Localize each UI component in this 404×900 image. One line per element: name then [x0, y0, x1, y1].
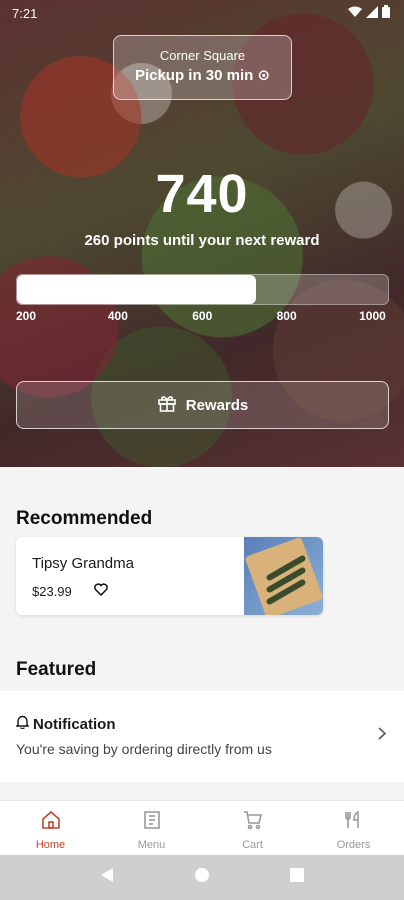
- status-icons: [348, 5, 390, 21]
- chevron-right-icon: [378, 727, 387, 745]
- nav-orders-label: Orders: [336, 839, 371, 851]
- store-selector-button[interactable]: Corner Square Pickup in 30 min ⊙: [113, 35, 292, 100]
- item-image: [244, 537, 323, 615]
- nav-home-label: Home: [35, 839, 66, 851]
- notification-card[interactable]: Notification You're saving by ordering d…: [0, 691, 404, 782]
- progress-tick-label: 400: [107, 309, 128, 323]
- bottom-navigation: Home Menu Cart Orders: [0, 800, 404, 855]
- hero-banner: 7:21 Corner Square Pickup in 30 min ⊙ 74…: [0, 0, 404, 467]
- points-balance: 740: [155, 164, 249, 224]
- cart-icon: [243, 810, 263, 839]
- store-name: Corner Square: [159, 48, 246, 63]
- favorite-heart-icon[interactable]: [94, 583, 108, 601]
- recommended-heading: Recommended: [16, 508, 153, 529]
- progress-ticks: 200 400 600 800 1000: [16, 309, 391, 325]
- rewards-button[interactable]: Rewards: [16, 381, 389, 429]
- notification-title: Notification: [15, 715, 116, 733]
- progress-tick-label: 200: [16, 309, 37, 323]
- pickup-time: Pickup in 30 min ⊙: [134, 67, 271, 84]
- notification-title-text: Notification: [33, 715, 116, 733]
- status-bar: 7:21: [0, 0, 404, 26]
- nav-menu[interactable]: Menu: [101, 801, 202, 855]
- notification-text: You're saving by ordering directly from …: [16, 741, 272, 757]
- signal-icon: [366, 5, 378, 21]
- recommended-item-card[interactable]: Tipsy Grandma $23.99: [16, 537, 323, 615]
- nav-home[interactable]: Home: [0, 801, 101, 855]
- featured-heading: Featured: [16, 659, 97, 680]
- progress-tick-label: 800: [276, 309, 297, 323]
- progress-tick-label: 600: [192, 309, 213, 323]
- home-button-icon[interactable]: [194, 867, 210, 888]
- home-icon: [41, 810, 61, 839]
- rewards-progress-bar: [16, 274, 389, 305]
- wifi-icon: [348, 6, 362, 21]
- menu-icon: [142, 810, 162, 839]
- back-icon[interactable]: [100, 867, 114, 888]
- system-navigation-bar: [0, 855, 404, 900]
- orders-icon: [344, 810, 364, 839]
- item-name: Tipsy Grandma: [32, 555, 134, 572]
- points-message: 260 points until your next reward: [84, 232, 320, 249]
- rewards-progress-fill: [17, 275, 257, 304]
- nav-cart-label: Cart: [242, 839, 263, 851]
- nav-menu-label: Menu: [137, 839, 166, 851]
- recents-icon[interactable]: [290, 868, 304, 887]
- status-time: 7:21: [12, 6, 38, 21]
- gift-icon: [157, 393, 177, 417]
- nav-orders[interactable]: Orders: [303, 801, 404, 855]
- bell-icon: [15, 715, 30, 733]
- rewards-button-label: Rewards: [185, 396, 249, 414]
- progress-tick-label: 1000: [359, 309, 386, 323]
- nav-cart[interactable]: Cart: [202, 801, 303, 855]
- battery-icon: [382, 5, 390, 21]
- item-price: $23.99: [32, 584, 72, 599]
